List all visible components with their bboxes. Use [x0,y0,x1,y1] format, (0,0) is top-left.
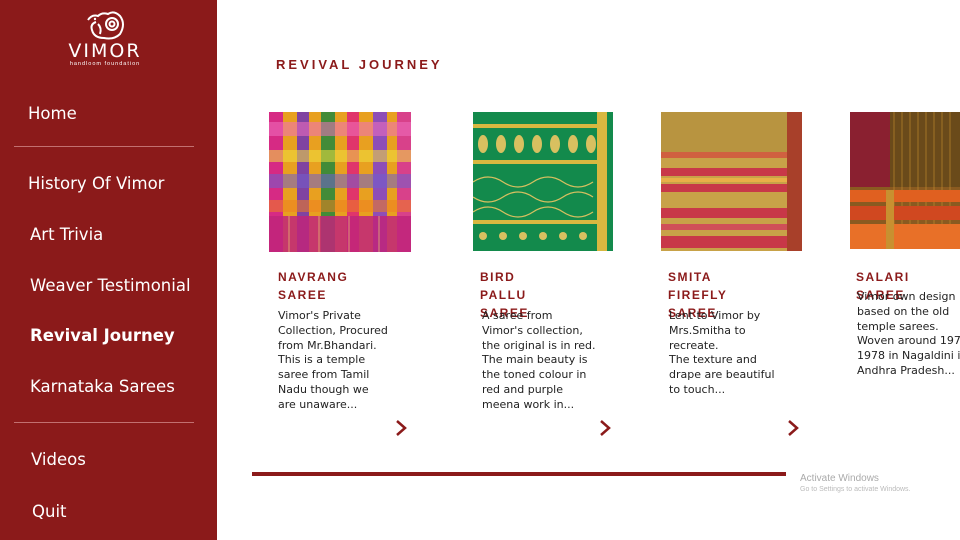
chevron-right-icon[interactable] [394,419,408,437]
sidebar: VIMOR handloom foundation Home History O… [0,0,217,540]
saree-image[interactable] [473,112,613,251]
chevron-right-icon[interactable] [786,419,800,437]
nav-videos[interactable]: Videos [31,450,86,469]
card-description: Lent to Vimor by Mrs.Smitha to recreate. T… [669,309,775,396]
activate-windows-watermark: Activate Windows [800,473,879,484]
nav-revival-journey[interactable]: Revival Journey [30,326,175,345]
nav-history-of-vimor[interactable]: History Of Vimor [28,174,164,193]
saree-image[interactable] [661,112,802,251]
vimor-logo: VIMOR handloom foundation [60,10,150,67]
saree-image[interactable] [850,112,960,249]
card-description: A saree from Vimor's collection, the origi… [482,309,596,411]
section-title: REVIVAL JOURNEY [276,57,443,72]
card-description: Vimor's Private Collection, Procured from … [278,309,388,411]
card-title: BIRD PALLU [480,270,527,302]
card-description: Vimor own design based on the old temple s… [857,290,960,377]
nav-weaver-testimonial[interactable]: Weaver Testimonial [30,276,191,295]
nav-divider [14,146,194,147]
brand-name: VIMOR [68,40,142,62]
bird-logo-icon [87,11,124,40]
activate-windows-subtext: Go to Settings to activate Windows. [800,486,911,493]
nav-art-trivia[interactable]: Art Trivia [30,225,103,244]
card-title: SAREE [278,288,327,302]
saree-image[interactable] [269,112,411,252]
horizontal-scrollbar[interactable] [252,472,786,476]
brand-tagline: handloom foundation [69,61,141,67]
chevron-right-icon[interactable] [598,419,612,437]
card-title: NAVRANG [278,270,349,284]
nav-divider [14,422,194,423]
card-title: SMITA FIREFLY [668,270,728,302]
nav-quit[interactable]: Quit [32,502,67,521]
nav-home[interactable]: Home [28,104,77,123]
nav-karnataka-sarees[interactable]: Karnataka Sarees [30,377,175,396]
